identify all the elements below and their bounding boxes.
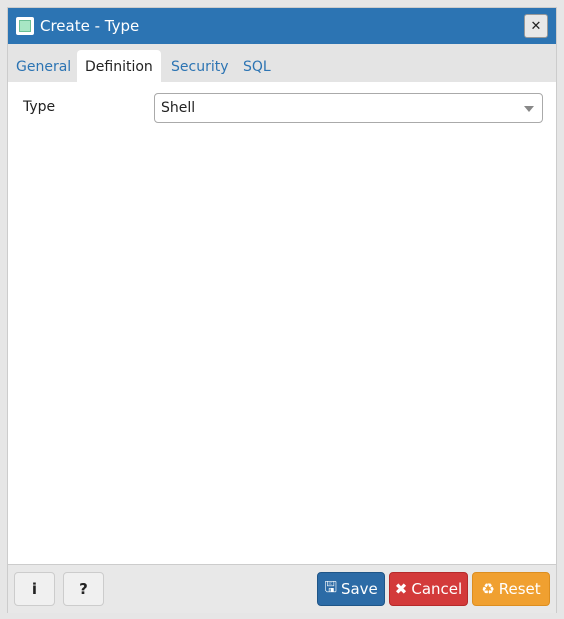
save-button[interactable]: 🖫 Save [317,572,385,606]
reset-button[interactable]: ♻ Reset [472,572,550,606]
info-icon: i [31,580,38,598]
close-button[interactable]: ✕ [524,14,548,38]
title-bar[interactable]: Create - Type ✕ [8,8,556,44]
dialog-title: Create - Type [40,17,140,35]
dropdown-caret-icon [524,106,534,112]
type-icon [16,17,34,35]
x-icon: ✖ [394,580,408,598]
cancel-button[interactable]: ✖ Cancel [389,572,468,606]
save-label: Save [340,580,378,598]
dialog-footer: i ? 🖫 Save ✖ Cancel ♻ Reset [8,564,556,613]
type-select[interactable]: Shell [154,93,543,123]
type-select-value: Shell [161,100,196,116]
tab-security[interactable]: Security [163,50,237,82]
tab-definition[interactable]: Definition [77,50,161,82]
reset-label: Reset [498,580,541,598]
tab-sql[interactable]: SQL [235,50,279,82]
type-label: Type [23,99,56,115]
help-button[interactable]: ? [63,572,104,606]
save-icon: 🖫 [324,577,337,596]
recycle-icon: ♻ [481,580,495,598]
create-type-dialog: Create - Type ✕ General Definition Secur… [7,7,557,613]
cancel-label: Cancel [411,580,463,598]
tab-general[interactable]: General [8,50,79,82]
help-icon: ? [79,580,88,598]
info-button[interactable]: i [14,572,55,606]
tab-bar: General Definition Security SQL [8,44,556,82]
